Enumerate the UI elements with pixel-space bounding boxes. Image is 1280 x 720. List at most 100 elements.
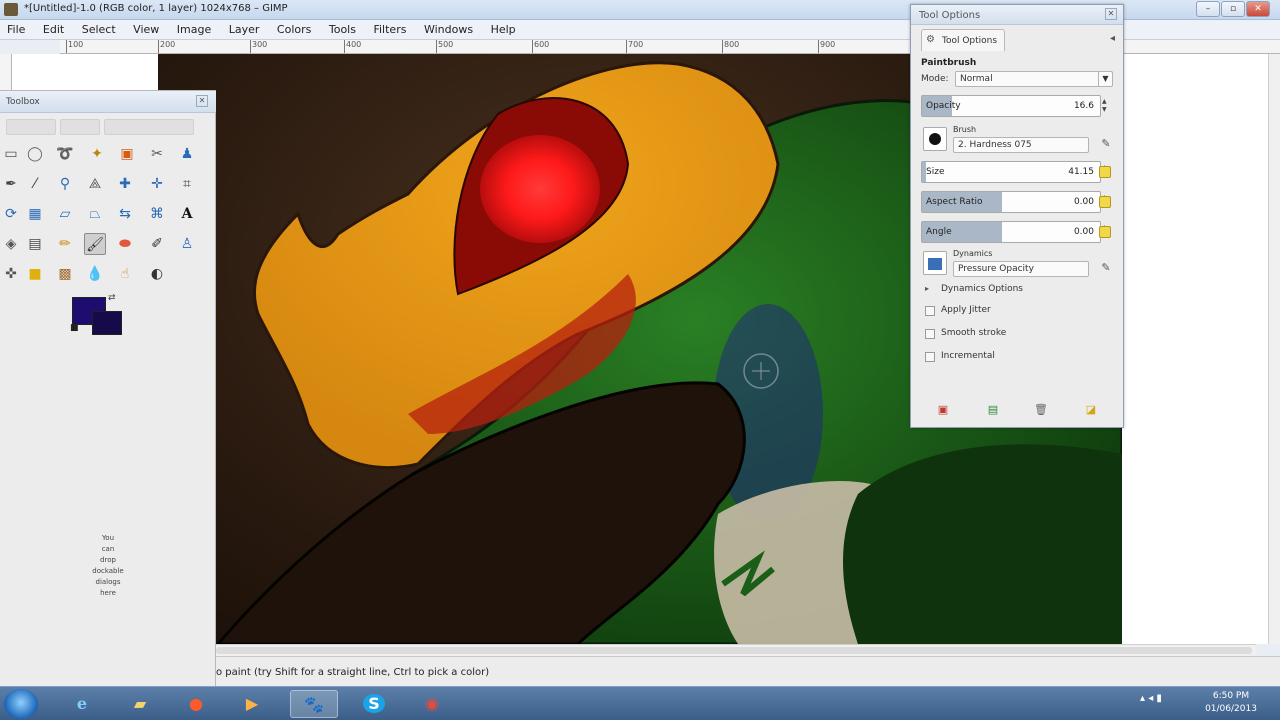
scale-icon[interactable]: ▦ bbox=[24, 203, 46, 225]
menu-select[interactable]: Select bbox=[75, 20, 123, 36]
ruler-tick: 400 bbox=[343, 40, 362, 53]
angle-slider[interactable]: Angle 0.00 ▲▼ bbox=[921, 221, 1107, 243]
menu-view[interactable]: View bbox=[126, 20, 166, 36]
clone-icon[interactable]: ■ bbox=[24, 263, 46, 285]
perspective-clone-icon[interactable]: ▩ bbox=[54, 263, 76, 285]
free-select-icon[interactable]: ➰ bbox=[54, 143, 76, 165]
reset-size-button[interactable] bbox=[1099, 166, 1111, 178]
rotate-icon[interactable]: ⟳ bbox=[0, 203, 22, 225]
start-button[interactable] bbox=[4, 689, 38, 719]
opacity-spinner[interactable]: ▲ ▼ bbox=[1102, 98, 1108, 114]
reset-colors-icon[interactable]: ■ bbox=[70, 323, 80, 333]
close-button[interactable]: ✕ bbox=[1246, 1, 1270, 17]
brush-select[interactable]: 2. Hardness 075 bbox=[953, 137, 1089, 153]
reset-angle-button[interactable] bbox=[1099, 226, 1111, 238]
ellipse-select-icon[interactable]: ◯ bbox=[24, 143, 46, 165]
reset-defaults-icon[interactable]: ◪ bbox=[1083, 403, 1099, 417]
mode-select[interactable]: Normal ▼ bbox=[955, 71, 1113, 87]
menu-image[interactable]: Image bbox=[170, 20, 218, 36]
minimize-button[interactable]: – bbox=[1196, 1, 1220, 17]
swap-colors-icon[interactable]: ⇄ bbox=[108, 293, 120, 305]
media-player-icon[interactable]: ● bbox=[172, 690, 220, 718]
blend-icon[interactable]: ▤ bbox=[24, 233, 46, 255]
text-icon[interactable]: A bbox=[176, 203, 198, 225]
restore-preset-icon[interactable]: ▤ bbox=[985, 403, 1001, 417]
crop-icon[interactable]: ⌗ bbox=[176, 173, 198, 195]
toolbox-preset[interactable] bbox=[60, 119, 100, 135]
menu-layer[interactable]: Layer bbox=[222, 20, 267, 36]
eraser-icon[interactable]: ⬬ bbox=[114, 233, 136, 255]
blur-icon[interactable]: 💧 bbox=[84, 263, 106, 285]
menu-colors[interactable]: Colors bbox=[270, 20, 318, 36]
size-slider[interactable]: Size 41.15 ▲▼ bbox=[921, 161, 1107, 183]
tab-tool-options[interactable]: ⚙ Tool Options bbox=[921, 29, 1005, 51]
toolbox-preset[interactable] bbox=[104, 119, 194, 135]
perspective-icon[interactable]: ⏢ bbox=[84, 203, 106, 225]
heal-icon[interactable]: ✜ bbox=[0, 263, 22, 285]
skype-icon[interactable]: S bbox=[350, 690, 398, 718]
rect-select-icon[interactable]: ▭ bbox=[0, 143, 22, 165]
toolbox-close-button[interactable]: ✕ bbox=[196, 95, 208, 107]
menu-filters[interactable]: Filters bbox=[366, 20, 413, 36]
scissors-select-icon[interactable]: ✂ bbox=[146, 143, 168, 165]
chrome-icon[interactable]: ◉ bbox=[408, 690, 456, 718]
media-center-icon[interactable]: ▶ bbox=[228, 690, 276, 718]
paintbrush-icon[interactable]: 🖌 bbox=[84, 233, 106, 255]
dock-header: Tool Options ✕ bbox=[911, 5, 1123, 25]
flip-icon[interactable]: ⇆ bbox=[114, 203, 136, 225]
brush-preview[interactable] bbox=[923, 127, 947, 151]
edit-brush-icon[interactable]: ✎ bbox=[1099, 137, 1113, 151]
delete-preset-icon[interactable]: 🗑 bbox=[1033, 403, 1049, 417]
vertical-scrollbar[interactable] bbox=[1268, 54, 1280, 644]
ruler-tick: 200 bbox=[157, 40, 176, 53]
dynamics-select[interactable]: Pressure Opacity bbox=[953, 261, 1089, 277]
apply-jitter-checkbox[interactable] bbox=[925, 306, 935, 316]
shear-icon[interactable]: ▱ bbox=[54, 203, 76, 225]
reset-aspect-ratio-button[interactable] bbox=[1099, 196, 1111, 208]
vertical-ruler[interactable] bbox=[0, 54, 12, 94]
measure-icon[interactable]: ⟁ bbox=[84, 173, 106, 195]
tab-menu-icon[interactable]: ◂ bbox=[1110, 33, 1115, 44]
bucket-fill-icon[interactable]: ◈ bbox=[0, 233, 22, 255]
gimp-taskbar-icon[interactable]: 🐾 bbox=[290, 690, 338, 718]
color-picker-icon[interactable]: ⁄ bbox=[24, 173, 46, 195]
clock[interactable]: 6:50 PM 01/06/2013 bbox=[1196, 690, 1266, 716]
dodge-burn-icon[interactable]: ◐ bbox=[146, 263, 168, 285]
fuzzy-select-icon[interactable]: ✦ bbox=[86, 143, 108, 165]
menu-file[interactable]: File bbox=[0, 20, 32, 36]
color-select-icon[interactable]: ▣ bbox=[116, 143, 138, 165]
opacity-slider[interactable]: Opacity 16.6 ▲ ▼ bbox=[921, 95, 1107, 117]
menu-edit[interactable]: Edit bbox=[36, 20, 71, 36]
menu-windows[interactable]: Windows bbox=[417, 20, 480, 36]
smudge-icon[interactable]: ☝ bbox=[114, 263, 136, 285]
dynamics-preview[interactable] bbox=[923, 251, 947, 275]
scrollbar-thumb[interactable] bbox=[216, 647, 1252, 654]
menu-tools[interactable]: Tools bbox=[322, 20, 363, 36]
cage-transform-icon[interactable]: ⌘ bbox=[146, 203, 168, 225]
horizontal-scrollbar[interactable] bbox=[216, 644, 1256, 656]
align-icon[interactable]: ✛ bbox=[146, 173, 168, 195]
internet-explorer-icon[interactable]: e bbox=[58, 690, 106, 718]
dock-close-button[interactable]: ✕ bbox=[1105, 8, 1117, 20]
foreground-select-icon[interactable]: ♟ bbox=[176, 143, 198, 165]
background-color-swatch[interactable] bbox=[92, 311, 122, 335]
pencil-icon[interactable]: ✏ bbox=[54, 233, 76, 255]
menu-help[interactable]: Help bbox=[484, 20, 523, 36]
save-preset-icon[interactable]: ▣ bbox=[935, 403, 951, 417]
move-icon[interactable]: ✚ bbox=[114, 173, 136, 195]
dynamics-options-label[interactable]: Dynamics Options bbox=[941, 284, 1023, 294]
system-tray[interactable]: ▴ ◂ ▮ bbox=[1140, 693, 1162, 704]
toolbox-preset[interactable] bbox=[6, 119, 56, 135]
file-explorer-icon[interactable]: ▰ bbox=[116, 690, 164, 718]
edit-dynamics-icon[interactable]: ✎ bbox=[1099, 261, 1113, 275]
airbrush-icon[interactable]: ✐ bbox=[146, 233, 168, 255]
incremental-checkbox[interactable] bbox=[925, 352, 935, 362]
maximize-button[interactable]: ▫ bbox=[1221, 1, 1245, 17]
status-message: o paint (try Shift for a straight line, … bbox=[216, 667, 490, 678]
expander-icon[interactable]: ▸ bbox=[925, 284, 929, 293]
aspect-ratio-slider[interactable]: Aspect Ratio 0.00 ▲▼ bbox=[921, 191, 1107, 213]
smooth-stroke-checkbox[interactable] bbox=[925, 329, 935, 339]
ink-icon[interactable]: ♙ bbox=[176, 233, 198, 255]
paths-icon[interactable]: ✒ bbox=[0, 173, 22, 195]
zoom-icon[interactable]: ⚲ bbox=[54, 173, 76, 195]
